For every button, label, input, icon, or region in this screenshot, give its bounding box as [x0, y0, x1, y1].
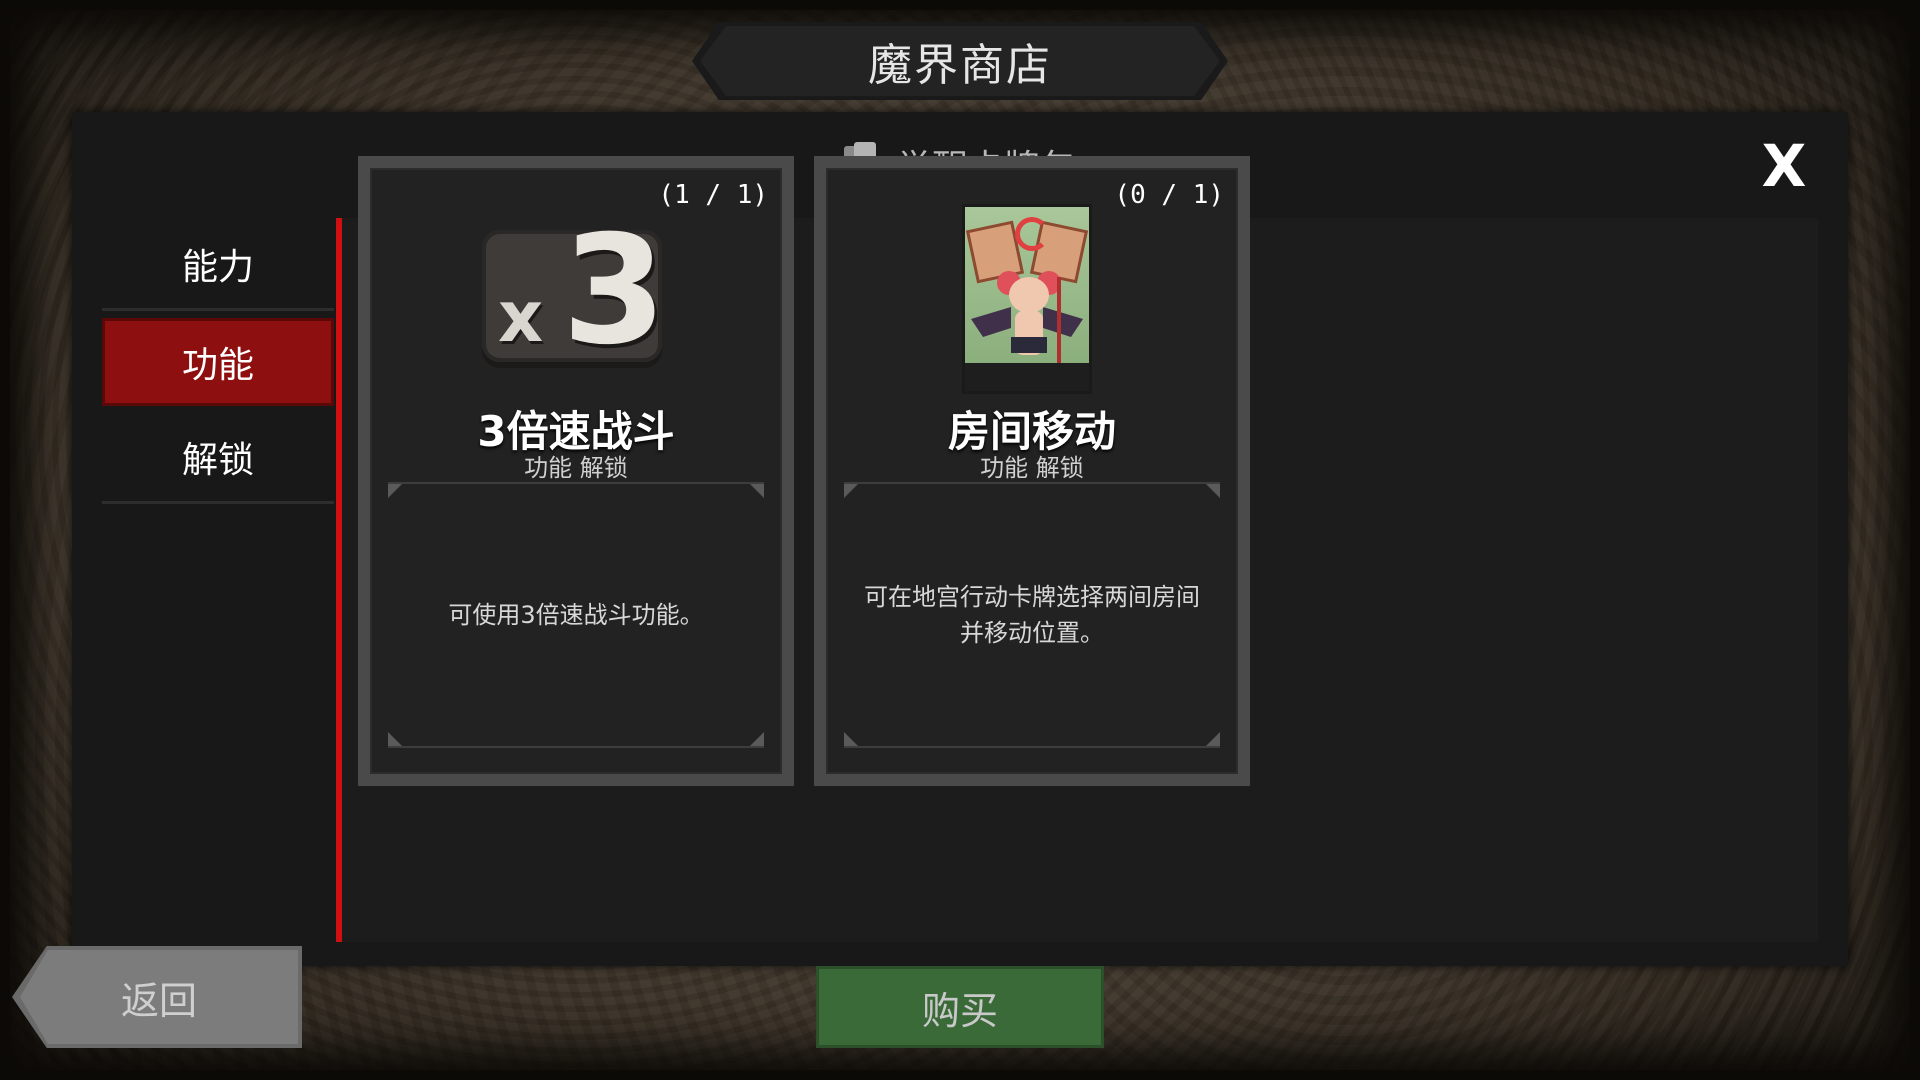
room-move-card-art — [962, 204, 1092, 394]
card-description-box: 可在地宫行动卡牌选择两间房间并移动位置。 — [844, 482, 1220, 748]
buy-button[interactable]: 购买 — [816, 966, 1104, 1048]
category-sidebar: 能力 功能 解锁 — [102, 220, 334, 511]
card-count: (1 / 1) — [658, 180, 768, 210]
shop-card-room-move[interactable]: (0 / 1) 房间移动 功能 解锁 可在地宫行动卡牌选择两间房间并移动位置。 — [814, 156, 1250, 786]
card-type: 功能 解锁 — [980, 454, 1084, 482]
card-type: 功能 解锁 — [524, 454, 628, 482]
sidebar-item-function[interactable]: 功能 — [102, 318, 334, 406]
card-description: 可在地宫行动卡牌选择两间房间并移动位置。 — [864, 583, 1200, 647]
card-description: 可使用3倍速战斗功能。 — [448, 601, 704, 629]
card-inner: (1 / 1) x 3 3倍速战斗 功能 解锁 可使用3倍速战斗功能。 — [370, 168, 782, 774]
sidebar-item-ability[interactable]: 能力 — [102, 220, 334, 311]
sidebar-item-unlock[interactable]: 解锁 — [102, 413, 334, 504]
card-count: (0 / 1) — [1114, 180, 1224, 210]
shop-title: 魔界商店 — [868, 40, 1052, 91]
close-button[interactable]: X — [1756, 137, 1812, 195]
x3-speed-icon: x 3 — [482, 204, 666, 378]
title-banner: 魔界商店 — [700, 26, 1220, 96]
back-button[interactable]: 返回 — [20, 950, 298, 1044]
card-description-box: 可使用3倍速战斗功能。 — [388, 482, 764, 748]
shop-card-x3-speed[interactable]: (1 / 1) x 3 3倍速战斗 功能 解锁 可使用3倍速战斗功能。 — [358, 156, 794, 786]
card-inner: (0 / 1) 房间移动 功能 解锁 可在地宫行动卡牌选择两间房间并移动位置。 — [826, 168, 1238, 774]
